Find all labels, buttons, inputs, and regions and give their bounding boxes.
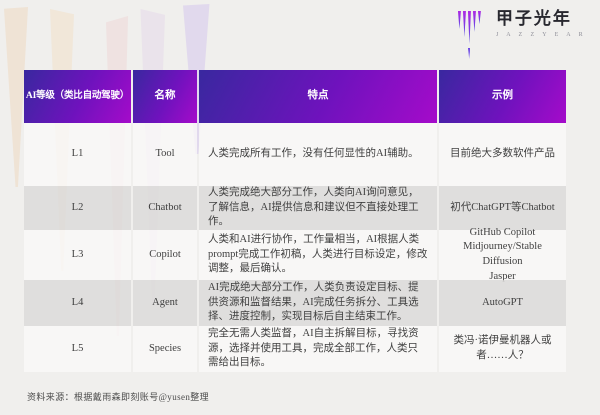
examples-cell: GitHub Copilot Midjourney/Stable Diffusi… (439, 230, 566, 280)
header-name: 名称 (133, 70, 197, 123)
brand-name: 甲子光年 (496, 10, 586, 29)
header-features: 特点 (199, 70, 437, 123)
brand-logo: 甲子光年 J A Z Z Y E A R (458, 10, 586, 59)
level-cell: L2 (24, 186, 131, 230)
features-cell: 完全无需人类监督，AI自主拆解目标，寻找资源，选择并使用工具，完成全部工作，人类… (199, 326, 437, 372)
features-cell: 人类完成绝大部分工作，人类向AI询问意见，了解信息，AI提供信息和建议但不直接处… (199, 186, 437, 230)
name-cell: Tool (133, 123, 197, 186)
level-cell: L1 (24, 123, 131, 186)
brand-subname: J A Z Z Y E A R (496, 32, 586, 38)
level-cell: L4 (24, 280, 131, 326)
examples-cell: AutoGPT (439, 280, 566, 326)
header-ai-level: AI等级（类比自动驾驶） (24, 70, 131, 123)
features-cell: 人类和AI进行协作，工作量相当，AI根据人类prompt完成工作初稿，人类进行目… (199, 230, 437, 280)
level-cell: L3 (24, 230, 131, 280)
name-cell: Chatbot (133, 186, 197, 230)
brand-text: 甲子光年 J A Z Z Y E A R (496, 10, 586, 38)
name-cell: Copilot (133, 230, 197, 280)
jazzyear-waterfall-icon (458, 11, 488, 59)
features-cell: 人类完成所有工作，没有任何显性的AI辅助。 (199, 123, 437, 186)
slide-canvas: 甲子光年 J A Z Z Y E A R AI等级（类比自动驾驶） 名称 特点 … (0, 0, 600, 415)
examples-cell: 目前绝大多数软件产品 (439, 123, 566, 186)
name-cell: Agent (133, 280, 197, 326)
examples-cell: 类冯·诺伊曼机器人或者……人？ (439, 326, 566, 372)
name-cell: Species (133, 326, 197, 372)
features-cell: AI完成绝大部分工作，人类负责设定目标、提供资源和监督结果，AI完成任务拆分、工… (199, 280, 437, 326)
source-note: 资料来源：根据戴雨森即刻账号@yusen整理 (27, 390, 209, 403)
ai-levels-table: AI等级（类比自动驾驶） 名称 特点 示例 L1 Tool 人类完成所有工作，没… (24, 70, 566, 372)
header-examples: 示例 (439, 70, 566, 123)
examples-cell: 初代ChatGPT等Chatbot (439, 186, 566, 230)
level-cell: L5 (24, 326, 131, 372)
